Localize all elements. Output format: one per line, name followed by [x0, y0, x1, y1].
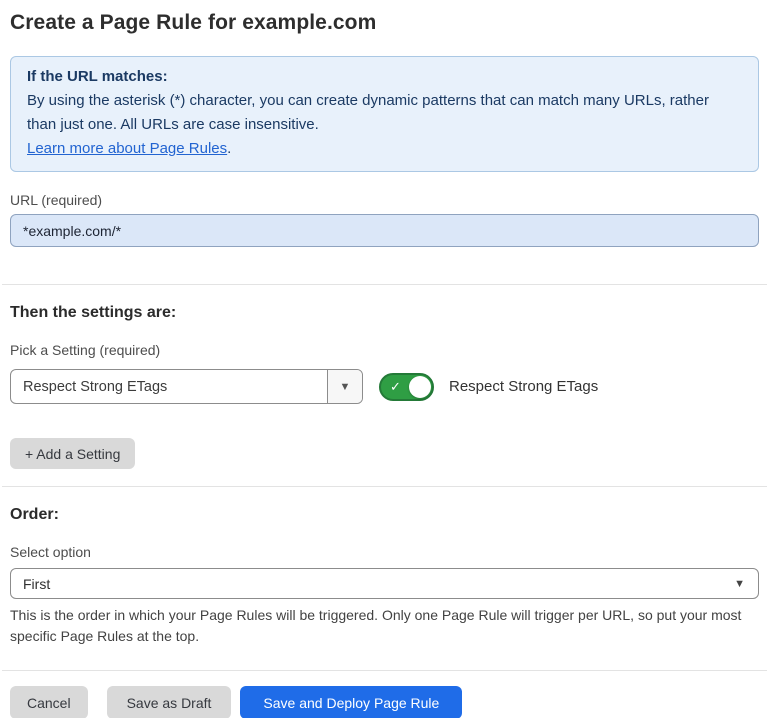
pick-setting-label: Pick a Setting (required) — [10, 342, 759, 358]
order-heading: Order: — [10, 506, 759, 524]
footer-actions: Cancel Save as Draft Save and Deploy Pag… — [10, 686, 759, 718]
divider — [2, 284, 767, 285]
setting-row: Respect Strong ETags ▼ ✓ Respect Strong … — [10, 369, 759, 404]
info-body-text: By using the asterisk (*) character, you… — [27, 89, 742, 137]
setting-dropdown[interactable]: Respect Strong ETags ▼ — [10, 369, 363, 404]
url-match-info-panel: If the URL matches: By using the asteris… — [10, 56, 759, 172]
url-input[interactable] — [10, 214, 759, 247]
order-select[interactable]: First ▼ — [10, 568, 759, 599]
page-rule-form: Create a Page Rule for example.com If th… — [0, 0, 769, 718]
setting-toggle-label: Respect Strong ETags — [449, 378, 598, 395]
order-select-value: First — [23, 576, 50, 592]
caret-down-icon: ▼ — [340, 381, 351, 393]
url-field-label: URL (required) — [10, 192, 759, 208]
learn-more-link[interactable]: Learn more about Page Rules — [27, 140, 227, 157]
add-setting-button[interactable]: + Add a Setting — [10, 438, 135, 469]
setting-toggle[interactable]: ✓ — [379, 373, 434, 401]
chevron-down-icon: ▼ — [734, 578, 745, 590]
setting-dropdown-value: Respect Strong ETags — [11, 370, 327, 403]
info-link-line: Learn more about Page Rules. — [27, 137, 742, 161]
check-icon: ✓ — [390, 379, 401, 395]
order-select-label: Select option — [10, 544, 759, 560]
settings-heading: Then the settings are: — [10, 304, 759, 322]
page-title: Create a Page Rule for example.com — [10, 11, 759, 35]
save-as-draft-button[interactable]: Save as Draft — [107, 686, 232, 718]
divider — [2, 486, 767, 487]
setting-dropdown-button[interactable]: ▼ — [327, 370, 362, 403]
info-heading: If the URL matches: — [27, 65, 742, 89]
link-suffix: . — [227, 140, 231, 157]
order-help-text: This is the order in which your Page Rul… — [10, 605, 759, 647]
save-and-deploy-button[interactable]: Save and Deploy Page Rule — [240, 686, 462, 718]
divider — [2, 670, 767, 671]
toggle-knob — [409, 376, 431, 398]
cancel-button[interactable]: Cancel — [10, 686, 88, 718]
